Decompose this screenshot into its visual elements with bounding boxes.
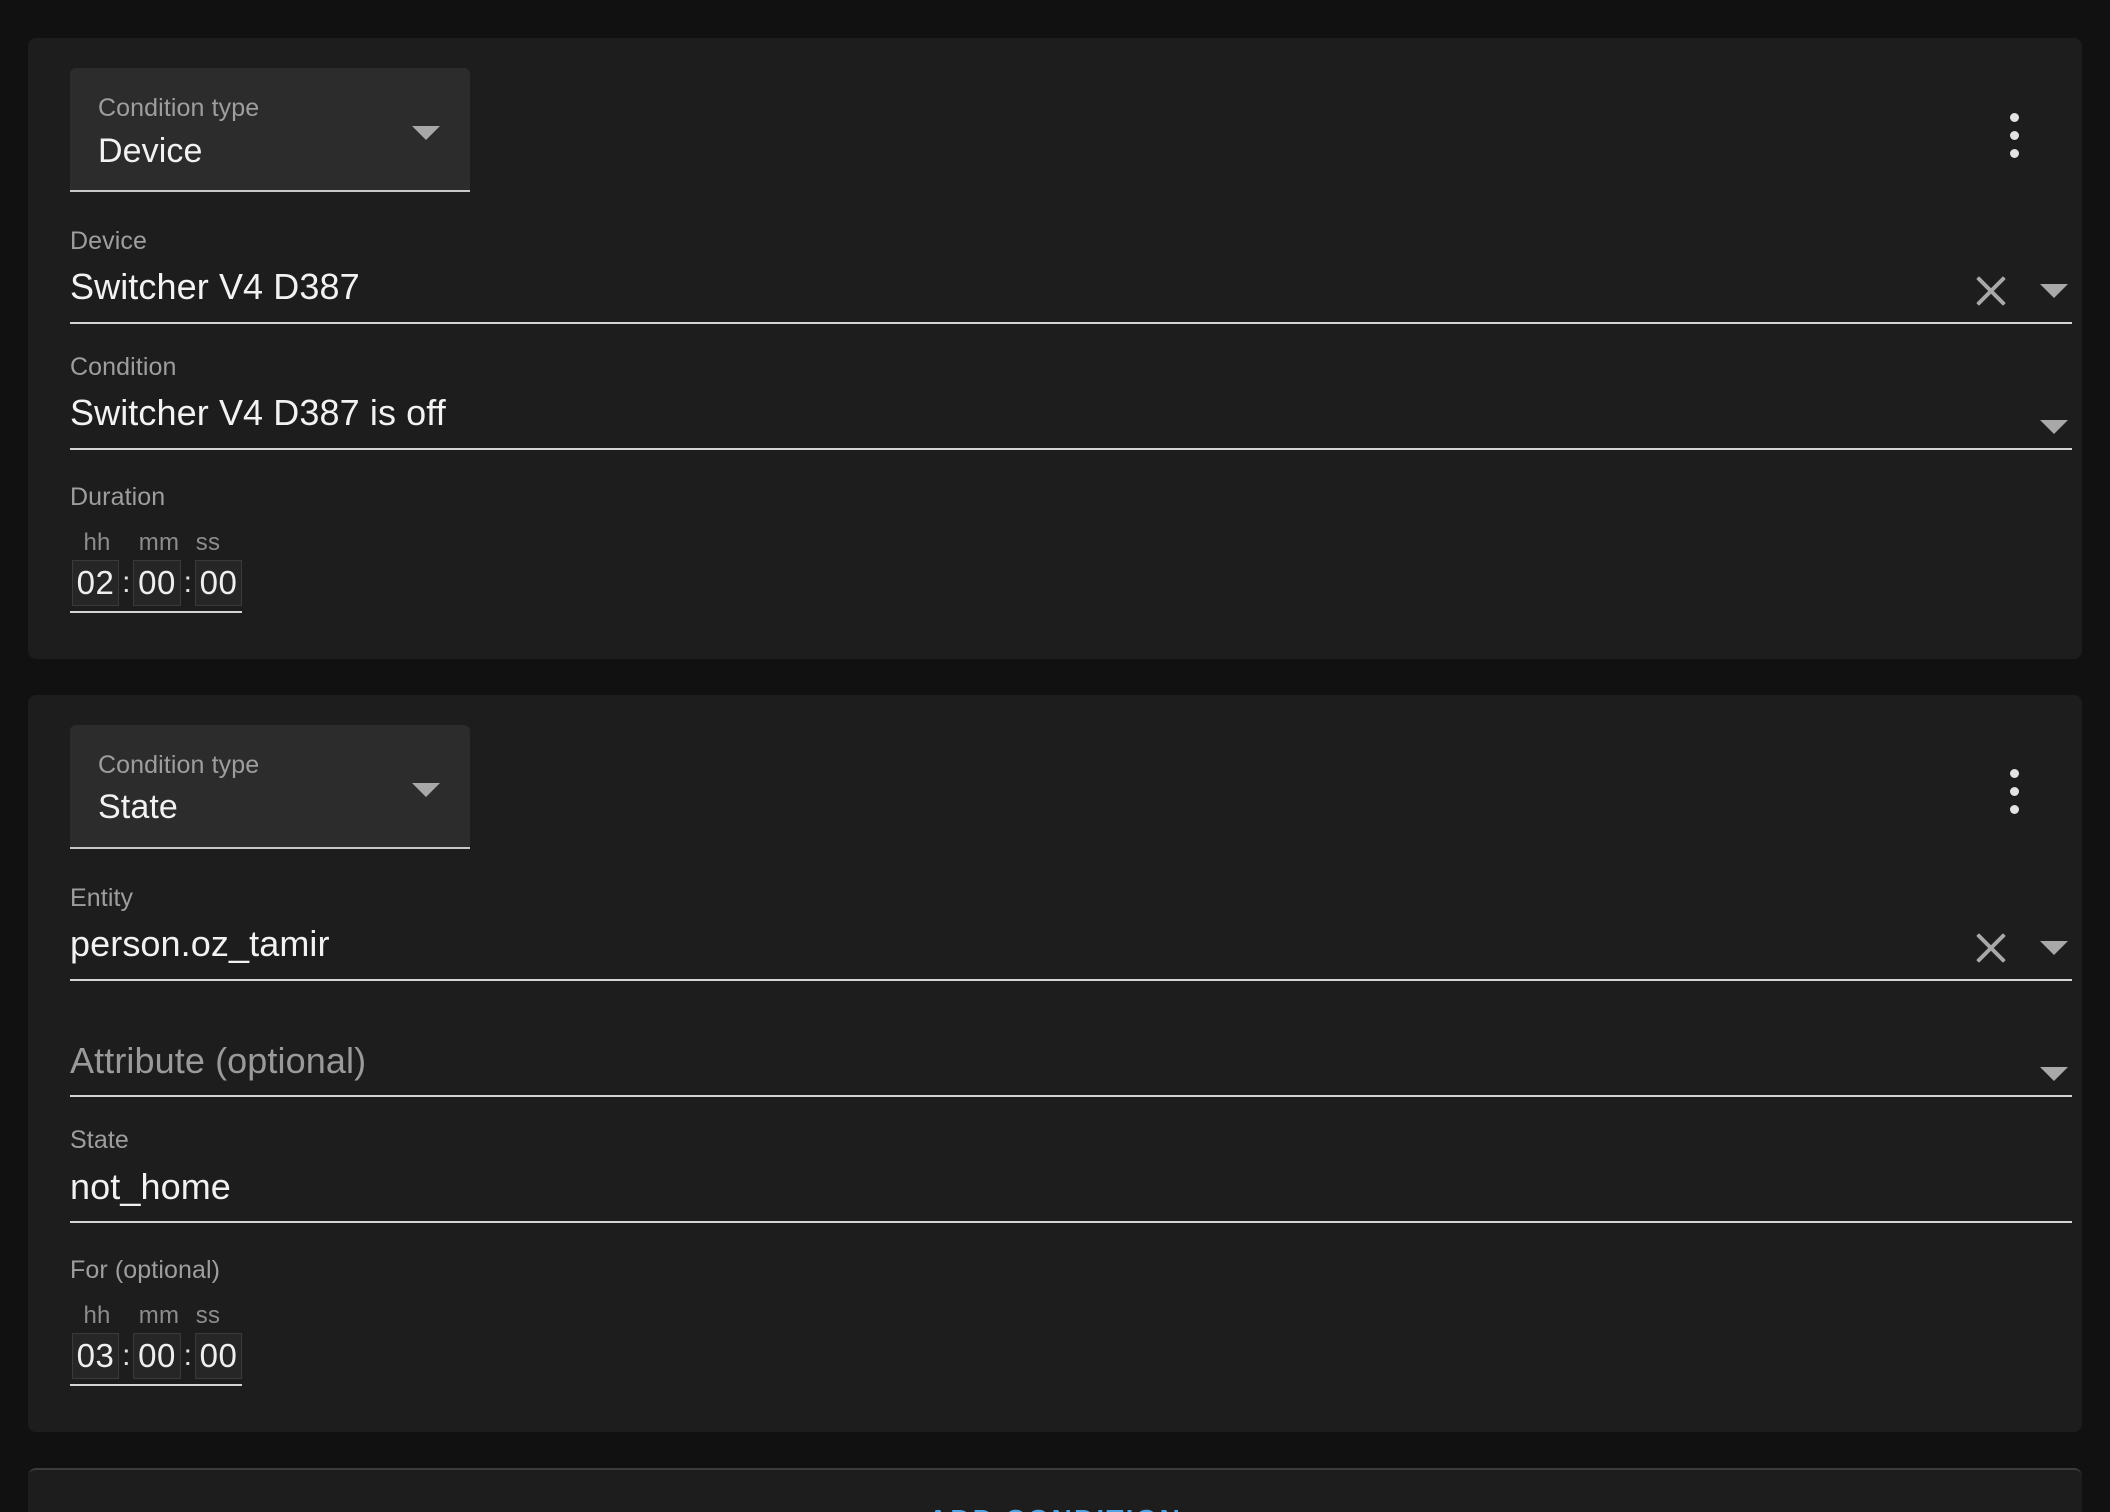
for-mm-header: mm xyxy=(138,1302,180,1330)
duration-label: Duration xyxy=(70,482,166,511)
attribute-field-icons xyxy=(2040,1067,2068,1082)
entity-field-icons xyxy=(1974,931,2068,965)
for-hh-header: hh xyxy=(83,1302,111,1330)
conditions-editor: Condition type Device Device Switcher V4… xyxy=(0,0,2110,1512)
state-label: State xyxy=(70,1126,129,1155)
duration-ss-input[interactable]: 00 xyxy=(194,559,243,606)
duration-mm-input[interactable]: 00 xyxy=(133,559,181,606)
entity-field[interactable]: Entity person.oz_tamir xyxy=(70,883,2072,981)
duration-ss-header: ss xyxy=(195,528,221,556)
device-field-icons xyxy=(1974,274,2068,308)
chevron-down-icon[interactable] xyxy=(2040,1067,2068,1082)
attribute-field[interactable]: Attribute (optional) xyxy=(70,1037,2072,1098)
condition-type-select[interactable]: Condition type State xyxy=(70,724,470,849)
duration-hh-input[interactable]: 02 xyxy=(72,559,120,606)
add-condition-label: ADD CONDITION xyxy=(928,1504,1182,1512)
condition-type-label: Condition type xyxy=(98,750,260,779)
for-label: For (optional) xyxy=(70,1256,221,1285)
add-condition-button[interactable]: ADD CONDITION xyxy=(28,1468,2082,1512)
condition-field[interactable]: Condition Switcher V4 D387 is off xyxy=(70,352,2072,450)
for-values: 03 : 00 : 00 xyxy=(70,1333,243,1380)
close-icon[interactable] xyxy=(1974,274,2008,308)
overflow-dot xyxy=(2009,148,2019,158)
for-hh-input[interactable]: 03 xyxy=(72,1333,120,1380)
device-label: Device xyxy=(70,227,148,255)
for-headers: hh mm ss xyxy=(70,1302,242,1330)
condition-type-value: State xyxy=(98,788,178,827)
condition-type-select[interactable]: Condition type Device xyxy=(70,68,470,192)
overflow-dot xyxy=(2009,769,2019,779)
for-ss-header: ss xyxy=(195,1302,221,1330)
overflow-menu-icon[interactable] xyxy=(1992,100,2036,170)
condition-type-label: Condition type xyxy=(98,94,260,122)
chevron-down-icon[interactable] xyxy=(2040,940,2068,955)
condition-card-state: Condition type State Entity person.oz_ta… xyxy=(28,694,2082,1433)
overflow-dot xyxy=(2009,112,2019,122)
chevron-down-icon[interactable] xyxy=(2040,283,2068,298)
entity-value: person.oz_tamir xyxy=(70,923,330,965)
condition-type-value: Device xyxy=(98,131,203,170)
state-field[interactable]: State not_home xyxy=(70,1125,2072,1224)
duration-separator: : xyxy=(183,565,192,599)
device-field[interactable]: Device Switcher V4 D387 xyxy=(70,226,2072,324)
entity-label: Entity xyxy=(70,883,134,912)
for-mm-input[interactable]: 00 xyxy=(133,1333,181,1380)
overflow-menu-icon[interactable] xyxy=(1992,757,2036,827)
duration-separator: : xyxy=(122,565,131,599)
overflow-dot xyxy=(2009,805,2019,815)
condition-field-icons xyxy=(2040,419,2068,434)
condition-type-wrap: Condition type State xyxy=(70,695,2040,849)
attribute-placeholder: Attribute (optional) xyxy=(70,1039,367,1081)
state-value: not_home xyxy=(70,1165,231,1207)
duration-values: 02 : 00 : 00 xyxy=(70,559,243,606)
chevron-down-icon[interactable] xyxy=(412,782,440,797)
condition-value: Switcher V4 D387 is off xyxy=(70,392,446,434)
overflow-dot xyxy=(2009,130,2019,140)
chevron-down-icon[interactable] xyxy=(412,126,440,140)
condition-type-wrap: Condition type Device xyxy=(70,38,2040,192)
for-separator: : xyxy=(122,1339,131,1373)
overflow-dot xyxy=(2009,787,2019,797)
duration-hh-header: hh xyxy=(83,528,111,556)
duration-headers: hh mm ss xyxy=(70,529,242,557)
device-value: Switcher V4 D387 xyxy=(70,266,360,308)
duration-input[interactable]: hh mm ss 02 : 00 : 00 xyxy=(70,529,243,613)
condition-label: Condition xyxy=(70,352,177,381)
condition-card-device: Condition type Device Device Switcher V4… xyxy=(28,38,2082,659)
close-icon[interactable] xyxy=(1974,931,2008,965)
for-input[interactable]: hh mm ss 03 : 00 : 00 xyxy=(70,1302,243,1387)
duration-mm-header: mm xyxy=(138,528,180,556)
chevron-down-icon[interactable] xyxy=(2040,419,2068,434)
for-separator: : xyxy=(183,1339,192,1373)
for-ss-input[interactable]: 00 xyxy=(194,1333,243,1380)
